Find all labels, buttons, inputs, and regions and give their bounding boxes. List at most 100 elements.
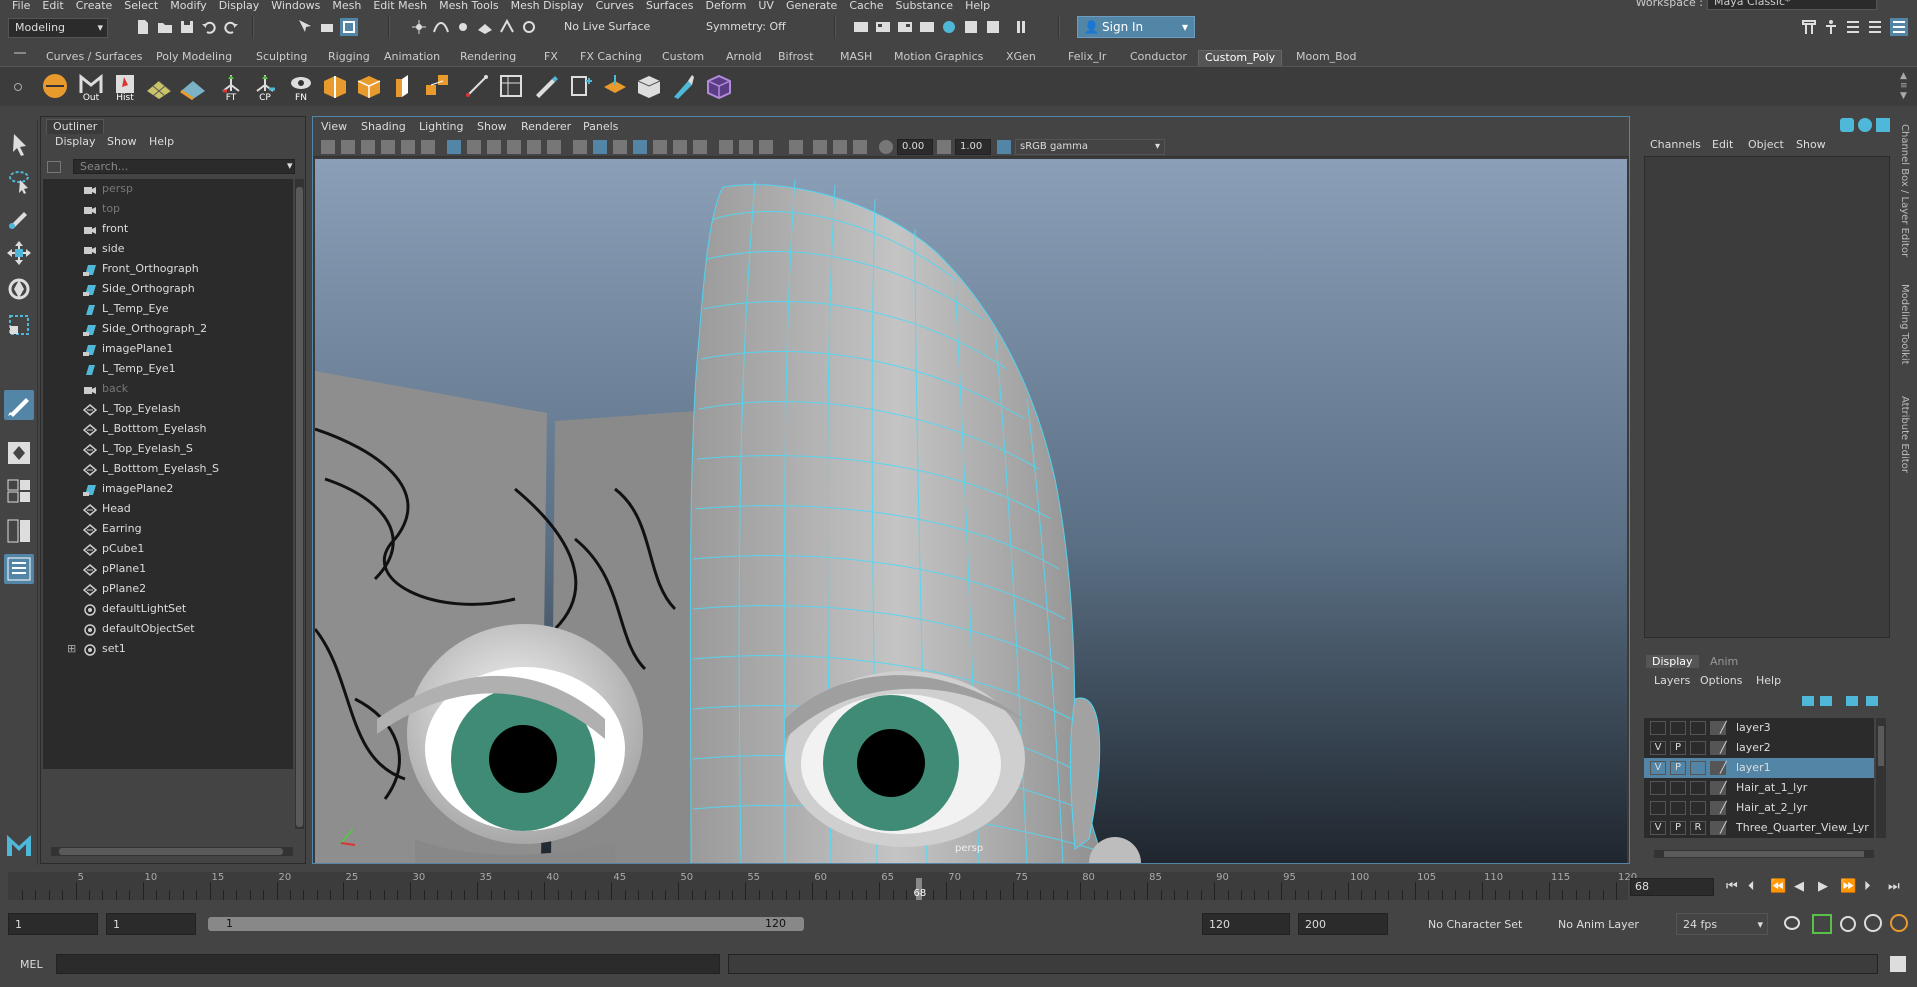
sign-in-button[interactable]: 👤 Sign In ▾ bbox=[1077, 16, 1195, 38]
layout-two-icon[interactable] bbox=[4, 516, 34, 546]
ambient-occlusion-icon[interactable] bbox=[719, 140, 733, 154]
gate-mask-icon[interactable] bbox=[507, 140, 521, 154]
layer-horizontal-scrollbar[interactable] bbox=[1654, 850, 1874, 858]
step-forward-key-icon[interactable]: ⏩ bbox=[1840, 880, 1856, 894]
outliner-menu-show[interactable]: Show bbox=[107, 135, 137, 148]
field-chart-icon[interactable] bbox=[527, 140, 541, 154]
outliner-item[interactable]: L_Botttom_Eyelash_S bbox=[43, 459, 293, 479]
animation-preferences-icon[interactable] bbox=[1840, 916, 1856, 932]
outliner-menu-help[interactable]: Help bbox=[149, 135, 174, 148]
snap-curve-icon[interactable] bbox=[432, 18, 450, 36]
uv-grid-icon[interactable] bbox=[144, 71, 174, 101]
bevel-icon[interactable] bbox=[634, 71, 664, 101]
layer-row[interactable]: V P R ╱ Three_Quarter_View_Lyr bbox=[1644, 818, 1874, 838]
play-forwards-icon[interactable]: ▶ bbox=[1818, 880, 1832, 894]
outliner-search-input[interactable]: Search... bbox=[73, 159, 295, 174]
new-scene-icon[interactable] bbox=[134, 18, 152, 36]
outliner-item[interactable]: side bbox=[43, 239, 293, 259]
show-menu[interactable]: Show bbox=[1796, 138, 1826, 151]
layer-r-toggle[interactable] bbox=[1690, 761, 1706, 775]
outliner-item[interactable]: pCube1 bbox=[43, 539, 293, 559]
layer-list-scrollbar[interactable] bbox=[1876, 718, 1886, 838]
object-menu[interactable]: Object bbox=[1748, 138, 1784, 151]
auto-key-icon[interactable] bbox=[1812, 914, 1832, 934]
select-tool-icon[interactable] bbox=[4, 130, 34, 160]
shelf-tab-mash[interactable]: MASH bbox=[834, 50, 878, 66]
select-component-icon[interactable] bbox=[340, 18, 358, 36]
scale-tool-icon[interactable] bbox=[4, 310, 34, 340]
camera-attributes-icon[interactable] bbox=[341, 140, 355, 154]
playback-start-field[interactable]: 1 bbox=[106, 913, 196, 935]
playback-end-field[interactable]: 120 bbox=[1202, 913, 1290, 935]
channels-menu[interactable]: Channels bbox=[1650, 138, 1701, 151]
color-management-icon[interactable] bbox=[997, 140, 1011, 154]
shelf-menu-icon[interactable] bbox=[14, 52, 26, 54]
arnold-ipr-icon[interactable] bbox=[984, 18, 1002, 36]
menu-curves[interactable]: Curves bbox=[596, 0, 634, 11]
tool-settings-toggle-icon[interactable] bbox=[1866, 18, 1884, 36]
step-forward-frame-icon[interactable]: ⏵ bbox=[1864, 880, 1878, 894]
go-to-end-icon[interactable]: ⏭ bbox=[1888, 880, 1902, 894]
safe-action-icon[interactable] bbox=[547, 140, 561, 154]
layer-v-toggle[interactable]: V bbox=[1650, 821, 1666, 835]
extrude-icon[interactable] bbox=[388, 71, 418, 101]
paint-select-icon[interactable] bbox=[4, 202, 34, 232]
snap-grid-icon[interactable] bbox=[410, 18, 428, 36]
wireframe-icon[interactable] bbox=[573, 140, 587, 154]
shelf-tab-custom[interactable]: Custom bbox=[656, 50, 710, 66]
menu-surfaces[interactable]: Surfaces bbox=[646, 0, 694, 11]
layer-r-toggle[interactable]: R bbox=[1690, 821, 1706, 835]
cube-split-icon[interactable] bbox=[320, 71, 350, 101]
options-menu[interactable]: Options bbox=[1700, 674, 1742, 687]
menu-create[interactable]: Create bbox=[76, 0, 113, 11]
play-backwards-icon[interactable]: ◀ bbox=[1794, 880, 1808, 894]
layer-p-toggle[interactable]: P bbox=[1670, 761, 1686, 775]
outliner-item[interactable]: back bbox=[43, 379, 293, 399]
open-scene-icon[interactable] bbox=[156, 18, 174, 36]
layer-row[interactable]: ╱ Hair_at_1_lyr bbox=[1644, 778, 1874, 798]
layers-menu[interactable]: Layers bbox=[1654, 674, 1690, 687]
redo-icon[interactable] bbox=[222, 18, 240, 36]
quad-draw-icon[interactable] bbox=[530, 71, 560, 101]
gamma-field[interactable]: 1.00 bbox=[955, 139, 991, 155]
menu-edit[interactable]: Edit bbox=[42, 0, 63, 11]
chevron-down-icon[interactable]: ▾ bbox=[287, 159, 293, 172]
menu-deform[interactable]: Deform bbox=[705, 0, 746, 11]
current-frame-field[interactable]: 68 bbox=[1630, 878, 1714, 896]
script-editor-icon[interactable] bbox=[1890, 956, 1906, 972]
poly-sphere-icon[interactable] bbox=[40, 71, 70, 101]
menu-help[interactable]: Help bbox=[965, 0, 990, 11]
anim-layers-tab[interactable]: Anim bbox=[1704, 655, 1744, 668]
two-d-pan-icon[interactable] bbox=[401, 140, 415, 154]
outliner-shelf-button[interactable]: Out bbox=[76, 71, 106, 103]
shelf-tab-poly-modeling[interactable]: Poly Modeling bbox=[150, 50, 238, 66]
poly-cube-icon[interactable] bbox=[354, 71, 384, 101]
xray-joints-icon[interactable] bbox=[833, 140, 847, 154]
menu-substance[interactable]: Substance bbox=[896, 0, 954, 11]
menu-mesh-display[interactable]: Mesh Display bbox=[511, 0, 584, 11]
character-set-dropdown[interactable]: No Character Set bbox=[1428, 918, 1522, 931]
film-gate-icon[interactable] bbox=[467, 140, 481, 154]
menuset-dropdown[interactable]: Modeling ▾ bbox=[8, 18, 108, 38]
layer-r-toggle[interactable] bbox=[1690, 781, 1706, 795]
shadows-icon[interactable] bbox=[693, 140, 707, 154]
shelf-tab-motion-graphics[interactable]: Motion Graphics bbox=[888, 50, 989, 66]
layer-p-toggle[interactable] bbox=[1670, 801, 1686, 815]
layer-p-toggle[interactable]: P bbox=[1670, 821, 1686, 835]
shelf-settings-icon[interactable] bbox=[14, 83, 22, 91]
uv-layout-icon[interactable] bbox=[178, 71, 208, 101]
menu-edit-mesh[interactable]: Edit Mesh bbox=[373, 0, 427, 11]
menu-mesh-tools[interactable]: Mesh Tools bbox=[439, 0, 499, 11]
symmetry-dropdown[interactable]: Symmetry: Off bbox=[700, 18, 800, 38]
shelf-tab-custom-poly[interactable]: Custom_Poly bbox=[1198, 50, 1283, 66]
shelf-tab-bifrost[interactable]: Bifrost bbox=[772, 50, 820, 66]
select-camera-icon[interactable] bbox=[321, 140, 335, 154]
animation-end-field[interactable]: 200 bbox=[1298, 913, 1388, 935]
ipr-render-icon[interactable] bbox=[896, 18, 914, 36]
sculpt-brush-icon[interactable] bbox=[668, 71, 698, 101]
shelf-tab-arnold[interactable]: Arnold bbox=[720, 50, 768, 66]
outliner-item[interactable]: Side_Orthograph_2 bbox=[43, 319, 293, 339]
outliner-item[interactable]: L_Botttom_Eyelash bbox=[43, 419, 293, 439]
layer-row[interactable]: V P ╱ layer1 bbox=[1644, 758, 1874, 778]
center-pivot-button[interactable]: CP bbox=[250, 71, 280, 103]
